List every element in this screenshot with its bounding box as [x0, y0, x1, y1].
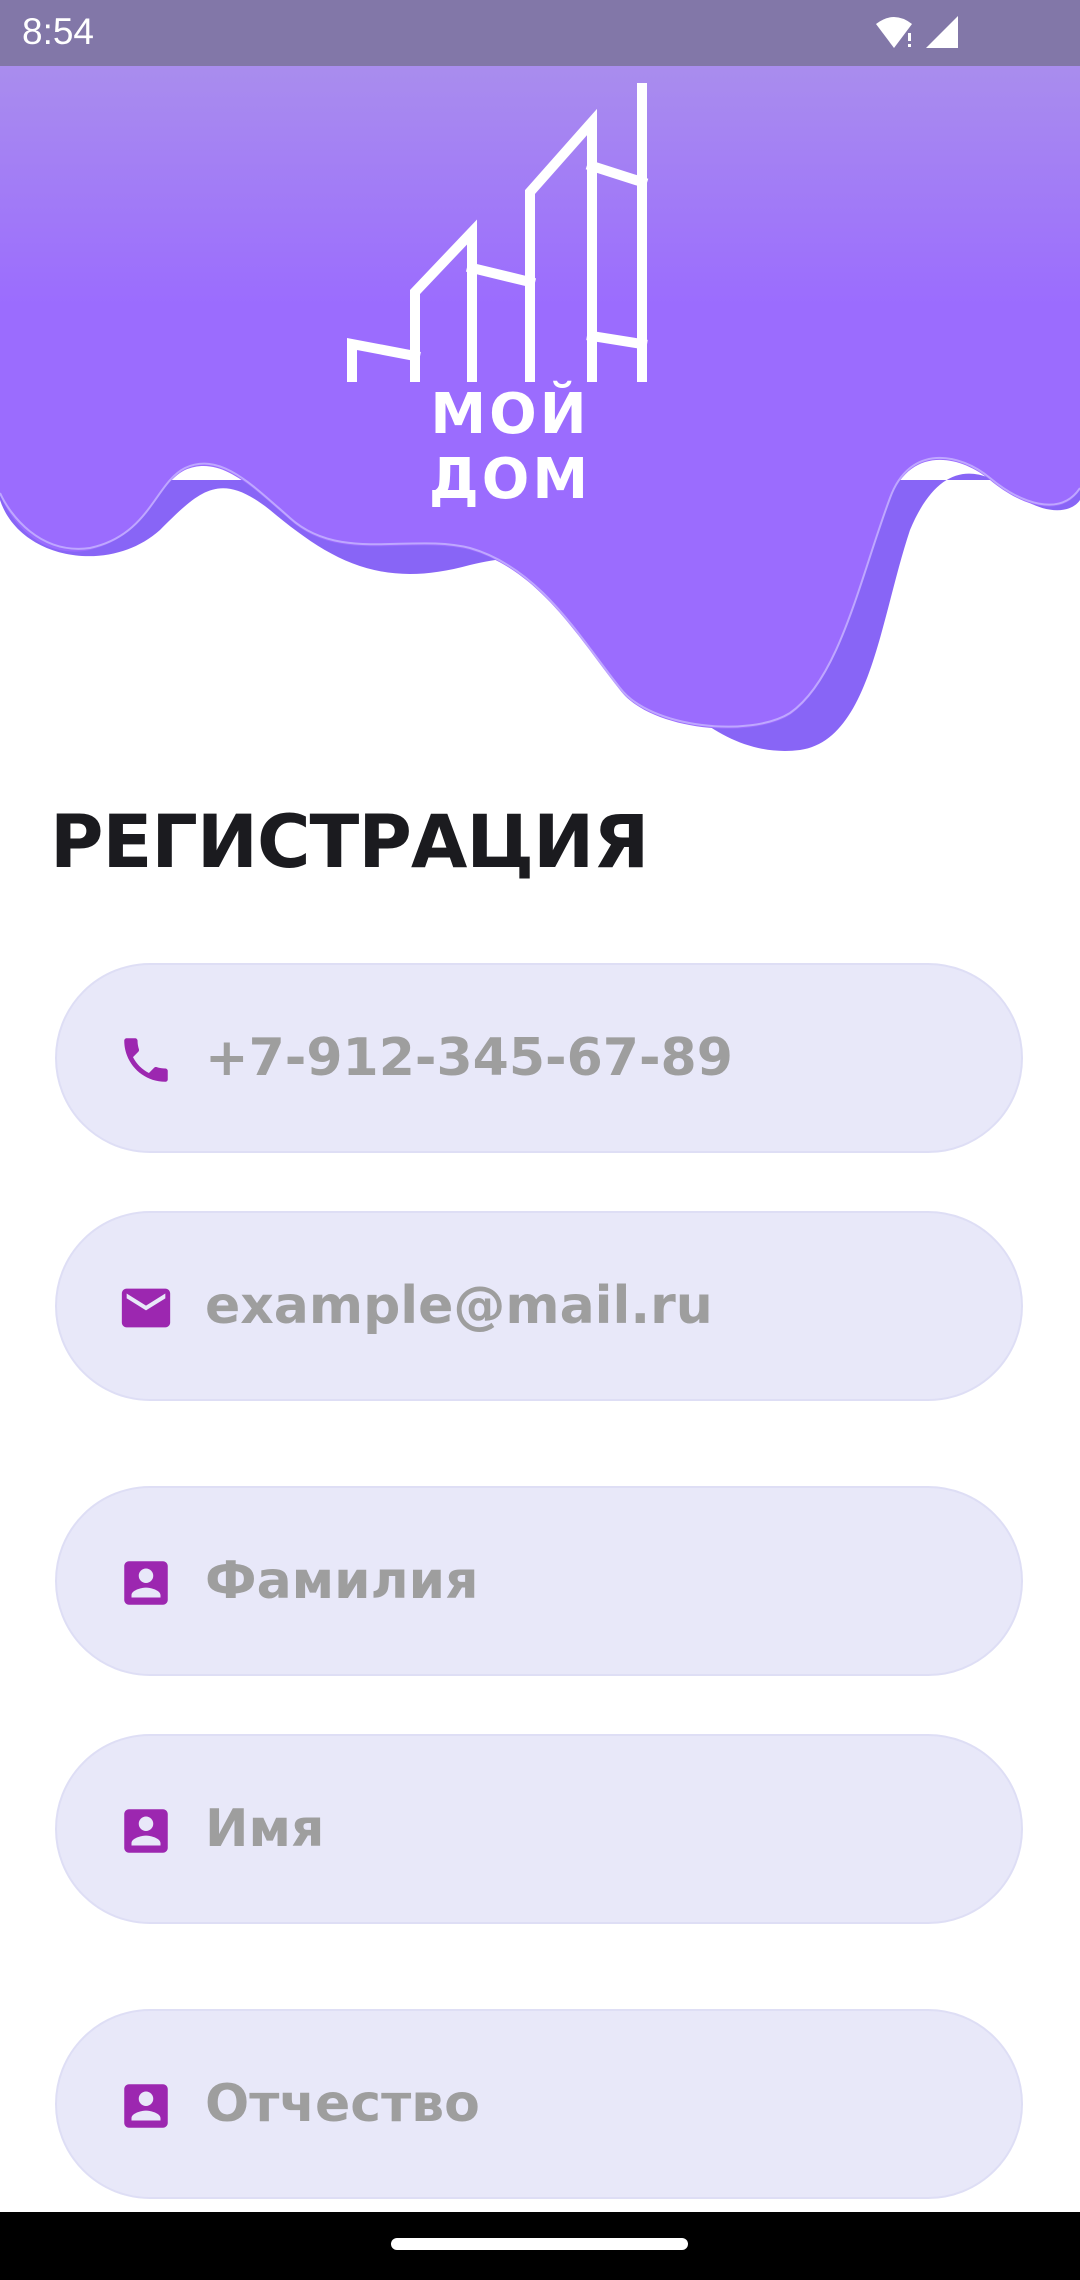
contact-icon	[124, 1561, 168, 1605]
phone-placeholder: +7-912-345-67-89	[205, 1028, 733, 1088]
building-logo-icon	[347, 83, 649, 387]
page-title: РЕГИСТРАЦИЯ	[50, 800, 649, 885]
mail-icon	[121, 1288, 171, 1328]
status-bar: 8:54	[0, 0, 1080, 66]
first-name-placeholder: Имя	[205, 1799, 325, 1859]
status-icons	[876, 16, 958, 48]
patronymic-placeholder: Отчество	[205, 2074, 480, 2134]
logo-text: МОЙ ДОМ	[428, 382, 592, 512]
phone-field[interactable]: +7-912-345-67-89	[55, 963, 1023, 1153]
contact-icon	[124, 2084, 168, 2128]
email-placeholder: example@mail.ru	[205, 1276, 713, 1336]
first-name-field[interactable]: Имя	[55, 1734, 1023, 1924]
patronymic-field[interactable]: Отчество	[55, 2009, 1023, 2199]
wifi-alert-icon	[876, 17, 912, 48]
contact-icon	[124, 1809, 168, 1853]
app-logo: МОЙ ДОМ	[340, 82, 680, 512]
surname-placeholder: Фамилия	[205, 1551, 479, 1611]
status-time: 8:54	[22, 11, 95, 52]
email-field[interactable]: example@mail.ru	[55, 1211, 1023, 1401]
phone-icon	[124, 1038, 168, 1082]
surname-field[interactable]: Фамилия	[55, 1486, 1023, 1676]
system-nav-bar	[0, 2212, 1080, 2280]
home-gesture-handle[interactable]	[391, 2238, 688, 2250]
registration-screen: 8:54 МОЙ ДОМ РЕГИСТРАЦИЯ +7-912-345-67-8…	[0, 0, 1080, 2280]
cell-signal-icon	[926, 16, 958, 48]
